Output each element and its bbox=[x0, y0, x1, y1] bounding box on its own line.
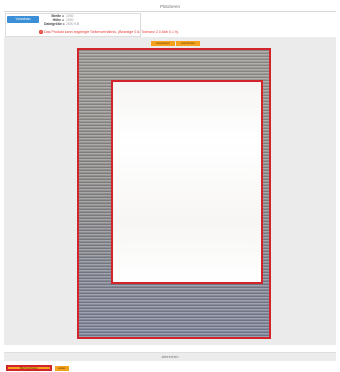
dimension-value: 2500 KB bbox=[66, 22, 80, 26]
cancel-bar[interactable]: abbrechen bbox=[4, 352, 336, 361]
page-title: Platzieren bbox=[159, 4, 180, 9]
preview-button[interactable]: Vorschau bbox=[7, 16, 39, 23]
safe-area-frame bbox=[111, 80, 263, 284]
warning-icon: ! bbox=[39, 30, 43, 34]
aspect-ratio-warning: ! Das Produkt kann angelegte Seitenverhä… bbox=[39, 30, 179, 34]
next-button[interactable]: weiter bbox=[55, 366, 69, 371]
upload-image-button[interactable]: Bild hochladen bbox=[6, 365, 52, 371]
dimension-row-filesize: Dateigröße = 2500 KB bbox=[44, 22, 79, 26]
warning-text: Das Produkt kann angelegte Seitenverhält… bbox=[44, 30, 180, 34]
title-divider bbox=[4, 11, 336, 12]
image-dimensions: Breite = 1000 Höhe = 1500 Dateigröße = 2… bbox=[44, 14, 79, 26]
fit-button[interactable]: einpassen bbox=[151, 41, 175, 46]
dimension-label: Dateigröße = bbox=[44, 22, 65, 26]
align-button[interactable]: ausrichten bbox=[176, 41, 200, 46]
